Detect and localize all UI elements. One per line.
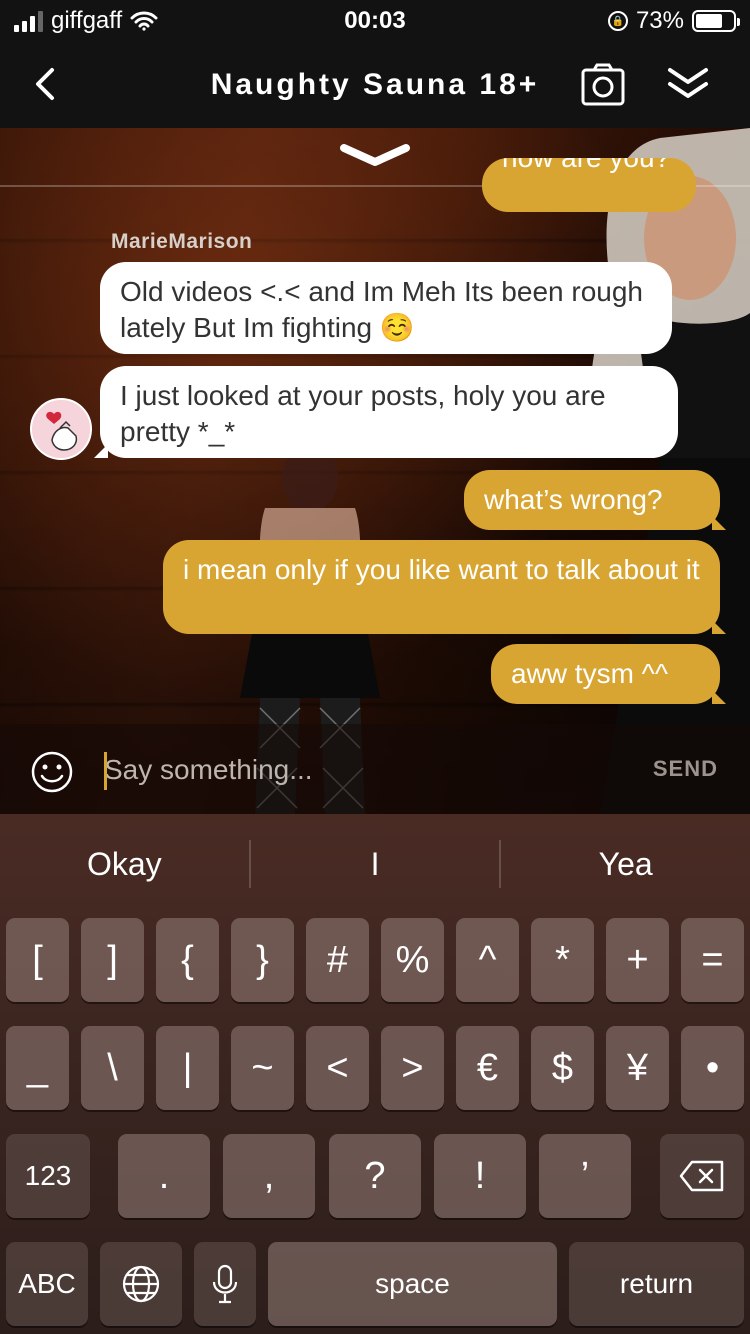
key[interactable]: ?: [329, 1134, 421, 1218]
return-key[interactable]: return: [569, 1242, 744, 1326]
status-right: 🔒 73%: [607, 7, 740, 35]
globe-icon: [122, 1265, 160, 1303]
camera-icon[interactable]: [580, 62, 626, 108]
suggestion-item[interactable]: Okay: [0, 840, 251, 888]
carrier-name: giffgaff: [51, 7, 123, 34]
message-input[interactable]: [104, 748, 604, 792]
battery-level: [696, 14, 723, 28]
space-key[interactable]: space: [268, 1242, 557, 1326]
key[interactable]: }: [231, 918, 294, 1002]
message-text: what’s wrong?: [484, 484, 663, 515]
suggestion-item[interactable]: I: [251, 840, 502, 888]
key[interactable]: .: [118, 1134, 210, 1218]
send-button[interactable]: SEND: [653, 756, 718, 782]
globe-key[interactable]: [100, 1242, 182, 1326]
key[interactable]: %: [381, 918, 444, 1002]
finger-heart-icon: [32, 400, 90, 458]
chevron-down-icon[interactable]: [340, 142, 410, 172]
message-input-bar: SEND: [0, 724, 750, 814]
key[interactable]: ’: [539, 1134, 631, 1218]
suggestion-item[interactable]: Yea: [501, 840, 750, 888]
key[interactable]: #: [306, 918, 369, 1002]
message-text: Old videos <.< and Im Meh Its been rough…: [120, 276, 643, 343]
message-bubble-outgoing: aww tysm ^^: [491, 644, 726, 704]
microphone-key[interactable]: [194, 1242, 256, 1326]
wifi-icon: [130, 11, 158, 31]
message-text: how are you?: [502, 158, 670, 173]
rotation-lock-icon: 🔒: [607, 11, 628, 31]
message-bubble-outgoing: what’s wrong?: [464, 470, 726, 530]
microphone-icon: [212, 1264, 238, 1304]
key[interactable]: [: [6, 918, 69, 1002]
key[interactable]: ~: [231, 1026, 294, 1110]
chat-header: Naughty Sauna 18+: [0, 42, 750, 128]
key[interactable]: \: [81, 1026, 144, 1110]
battery-icon: [692, 10, 740, 32]
message-text: i mean only if you like want to talk abo…: [183, 554, 700, 585]
battery-percent: 73%: [635, 7, 684, 34]
message-bubble-incoming: Old videos <.< and Im Meh Its been rough…: [100, 262, 672, 354]
chat-scene: how are you? MarieMarison Old videos <.<…: [0, 128, 750, 814]
key[interactable]: •: [681, 1026, 744, 1110]
status-bar: giffgaff 00:03 🔒 73%: [0, 0, 750, 42]
key[interactable]: ¥: [606, 1026, 669, 1110]
key[interactable]: €: [456, 1026, 519, 1110]
abc-key[interactable]: ABC: [6, 1242, 88, 1326]
key[interactable]: >: [381, 1026, 444, 1110]
message-text: aww tysm ^^: [511, 658, 668, 689]
backspace-icon: [679, 1160, 724, 1192]
smiley-icon[interactable]: [30, 750, 74, 794]
key[interactable]: $: [531, 1026, 594, 1110]
key[interactable]: *: [531, 918, 594, 1002]
status-left: giffgaff: [14, 7, 158, 35]
keyboard-suggestions: Okay I Yea: [0, 814, 750, 914]
key[interactable]: +: [606, 918, 669, 1002]
key[interactable]: {: [156, 918, 219, 1002]
key[interactable]: ^: [456, 918, 519, 1002]
key[interactable]: ,: [223, 1134, 315, 1218]
message-text: I just looked at your posts, holy you ar…: [120, 380, 606, 447]
key[interactable]: =: [681, 918, 744, 1002]
key[interactable]: !: [434, 1134, 526, 1218]
key[interactable]: <: [306, 1026, 369, 1110]
message-bubble-incoming: I just looked at your posts, holy you ar…: [94, 366, 678, 458]
message-bubble-outgoing: how are you?: [482, 158, 696, 212]
sender-name[interactable]: MarieMarison: [111, 230, 252, 254]
signal-icon: [14, 10, 43, 32]
keyboard: Okay I Yea [ ] { } # % ^ * + = _ \ | ~ <…: [0, 814, 750, 1334]
delete-key[interactable]: [660, 1134, 744, 1218]
text-caret: [104, 752, 107, 790]
key[interactable]: |: [156, 1026, 219, 1110]
double-chevron-down-icon[interactable]: [664, 62, 712, 108]
numbers-key[interactable]: 123: [6, 1134, 90, 1218]
message-bubble-outgoing: i mean only if you like want to talk abo…: [163, 540, 726, 634]
avatar[interactable]: [30, 398, 92, 460]
key[interactable]: ]: [81, 918, 144, 1002]
room-title: Naughty Sauna 18+: [210, 68, 540, 101]
key[interactable]: _: [6, 1026, 69, 1110]
